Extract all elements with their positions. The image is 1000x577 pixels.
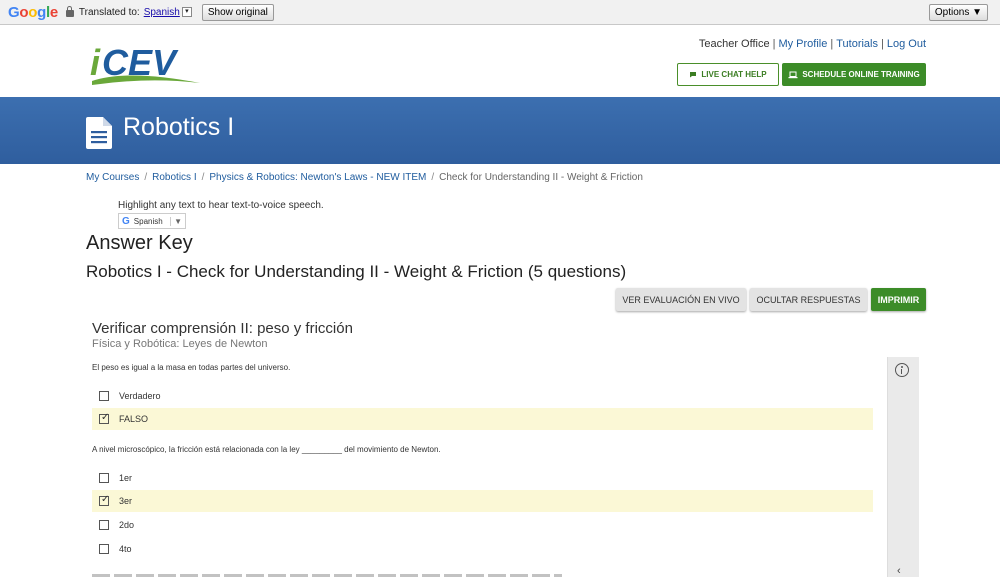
breadcrumb-current: Check for Understanding II - Weight & Fr… bbox=[439, 172, 643, 183]
option-label: 1er bbox=[119, 473, 133, 483]
checked-checkbox-icon[interactable]: ✓ bbox=[99, 412, 110, 424]
quiz-title: Verificar comprensión II: peso y fricció… bbox=[92, 320, 353, 337]
question-2-option-3[interactable]: 2do bbox=[92, 514, 873, 536]
translate-language-dropdown[interactable]: ▾ bbox=[181, 7, 192, 17]
show-original-button[interactable]: Show original bbox=[201, 3, 274, 21]
check-icon: ✓ bbox=[101, 494, 110, 505]
tutorials-link[interactable]: Tutorials bbox=[836, 38, 878, 50]
tts-hint: Highlight any text to hear text-to-voice… bbox=[118, 200, 324, 211]
teacher-office-link[interactable]: Teacher Office bbox=[699, 38, 770, 50]
breadcrumb-my-courses[interactable]: My Courses bbox=[86, 172, 139, 183]
breadcrumb-newtons-laws[interactable]: Physics & Robotics: Newton's Laws - NEW … bbox=[209, 172, 426, 183]
breadcrumb-robotics[interactable]: Robotics I bbox=[152, 172, 196, 183]
question-1-option-1[interactable]: Verdadero bbox=[92, 385, 873, 407]
checked-checkbox-icon[interactable]: ✓ bbox=[99, 494, 110, 506]
option-label: 4to bbox=[119, 544, 132, 554]
chat-icon bbox=[690, 72, 697, 78]
view-live-button[interactable]: VER EVALUACIÓN EN VIVO bbox=[616, 288, 746, 311]
tts-language-select[interactable]: G Spanish ▼ bbox=[118, 213, 186, 229]
site-header: i CEV Teacher Office | My Profile | Tutorial… bbox=[0, 25, 1000, 97]
schedule-training-label: SCHEDULE ONLINE TRAINING bbox=[802, 70, 920, 79]
question-2-option-2[interactable]: ✓ 3er bbox=[92, 490, 873, 512]
hide-answers-button[interactable]: OCULTAR RESPUESTAS bbox=[750, 288, 867, 311]
answer-key-heading: Answer Key bbox=[86, 232, 193, 254]
svg-text:CEV: CEV bbox=[102, 42, 179, 83]
chevron-down-icon: ▼ bbox=[170, 216, 185, 226]
google-translate-bar: Google Translated to: Spanish ▾ Show ori… bbox=[0, 0, 1000, 25]
option-label: 2do bbox=[119, 520, 135, 530]
option-label: FALSO bbox=[119, 414, 149, 424]
chevron-left-icon[interactable]: ‹ bbox=[897, 565, 901, 577]
question-2-option-1[interactable]: 1er bbox=[92, 467, 873, 489]
checkbox-icon[interactable] bbox=[99, 520, 109, 530]
question-1-option-2[interactable]: ✓ FALSO bbox=[92, 408, 873, 430]
live-chat-label: LIVE CHAT HELP bbox=[701, 70, 767, 79]
schedule-training-button[interactable]: SCHEDULE ONLINE TRAINING bbox=[782, 63, 926, 86]
live-chat-button[interactable]: LIVE CHAT HELP bbox=[677, 63, 779, 86]
accessibility-icon[interactable] bbox=[895, 363, 909, 377]
question-2-option-4[interactable]: 4to bbox=[92, 538, 873, 560]
google-logo: Google bbox=[8, 3, 58, 21]
top-links: Teacher Office | My Profile | Tutorials | Log … bbox=[698, 38, 926, 50]
breadcrumb: My Courses / Robotics I / Physics & Robotics… bbox=[86, 172, 643, 183]
option-label: Verdadero bbox=[119, 391, 161, 401]
my-profile-link[interactable]: My Profile bbox=[778, 38, 827, 50]
side-tool-rail bbox=[887, 357, 919, 577]
checkbox-icon[interactable] bbox=[99, 544, 109, 554]
check-icon: ✓ bbox=[101, 412, 110, 423]
question-2-text: A nivel microscópico, la fricción está r… bbox=[92, 445, 441, 454]
checkbox-icon[interactable] bbox=[99, 473, 109, 483]
quiz-subtitle: Física y Robótica: Leyes de Newton bbox=[92, 338, 268, 350]
svg-text:i: i bbox=[90, 42, 101, 83]
option-label: 3er bbox=[119, 496, 133, 506]
laptop-icon bbox=[788, 71, 798, 78]
print-button[interactable]: IMPRIMIR bbox=[871, 288, 926, 311]
translate-language-link[interactable]: Spanish bbox=[144, 7, 180, 18]
tts-language-value: Spanish bbox=[133, 216, 163, 226]
question-1-text: El peso es igual a la masa en todas part… bbox=[92, 363, 291, 372]
quiz-heading: Robotics I - Check for Understanding II … bbox=[86, 262, 627, 281]
translate-options-button[interactable]: Options ▼ bbox=[928, 4, 988, 21]
checkbox-icon[interactable] bbox=[99, 391, 109, 401]
icev-logo[interactable]: i CEV bbox=[88, 39, 208, 89]
translated-to-label: Translated to: bbox=[78, 6, 140, 18]
course-title: Robotics I bbox=[123, 113, 235, 141]
document-icon bbox=[86, 117, 112, 149]
next-question-cutoff bbox=[92, 572, 562, 577]
lock-icon bbox=[65, 5, 74, 17]
google-g-icon: G bbox=[122, 215, 130, 227]
log-out-link[interactable]: Log Out bbox=[887, 38, 926, 50]
